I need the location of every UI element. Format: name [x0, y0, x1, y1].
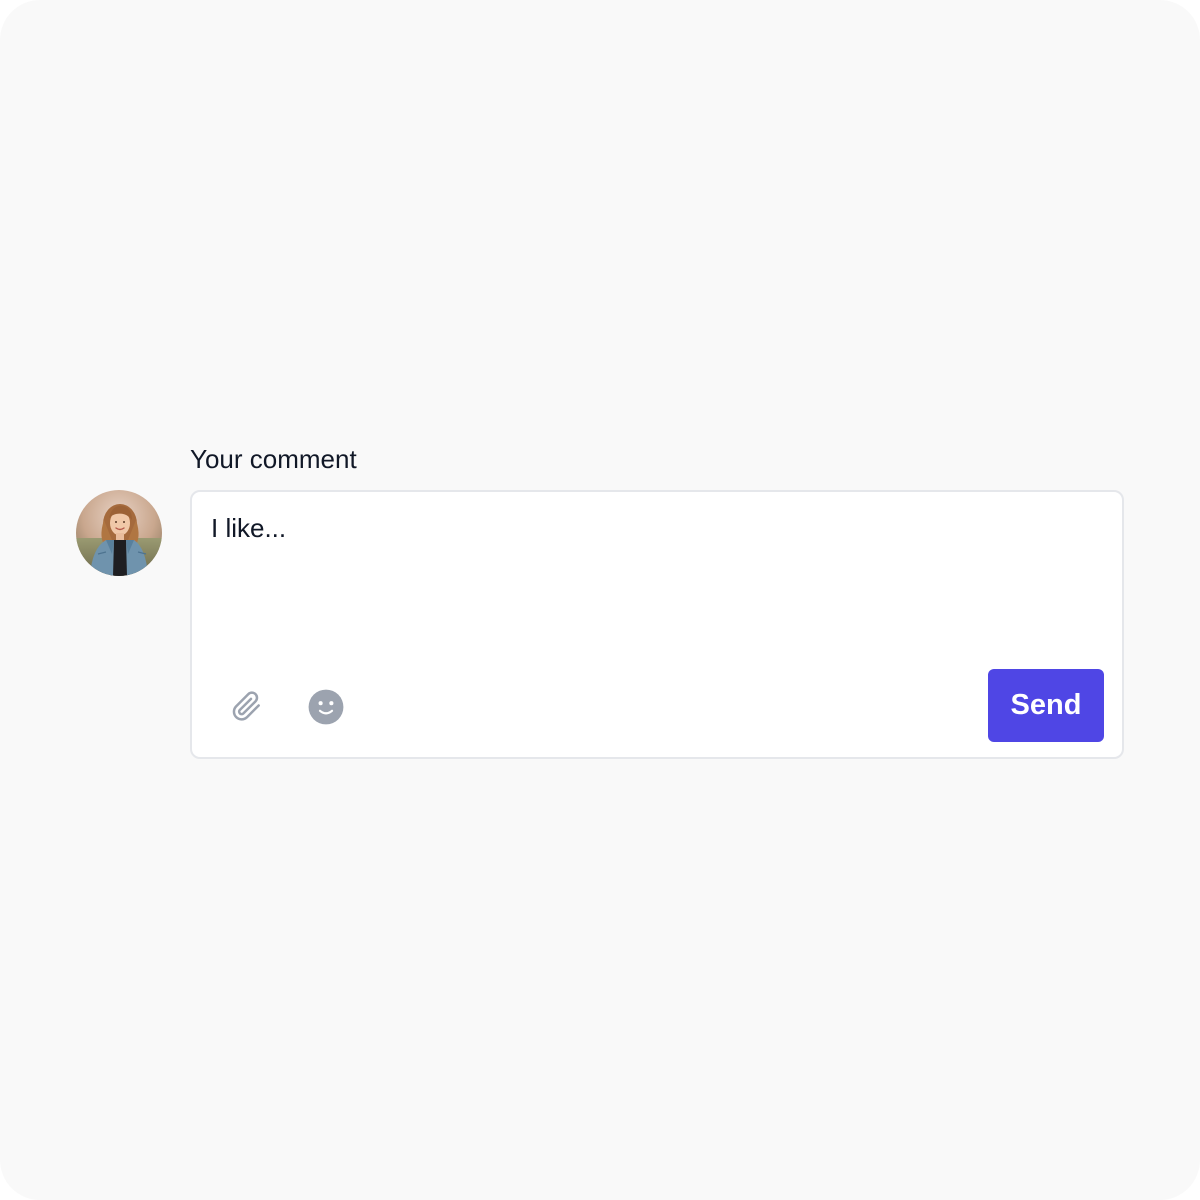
face-smile-icon — [308, 689, 344, 725]
comment-input[interactable] — [211, 511, 1091, 651]
emoji-button[interactable] — [304, 685, 348, 729]
send-button[interactable]: Send — [988, 669, 1104, 742]
avatar — [76, 490, 162, 576]
page: Your comment I like... Send — [0, 0, 1200, 1200]
attach-button[interactable] — [226, 685, 270, 729]
avatar-image — [76, 490, 162, 576]
comment-label: Your comment — [190, 444, 357, 474]
paperclip-icon — [232, 691, 260, 721]
comment-box: Send — [190, 490, 1124, 759]
